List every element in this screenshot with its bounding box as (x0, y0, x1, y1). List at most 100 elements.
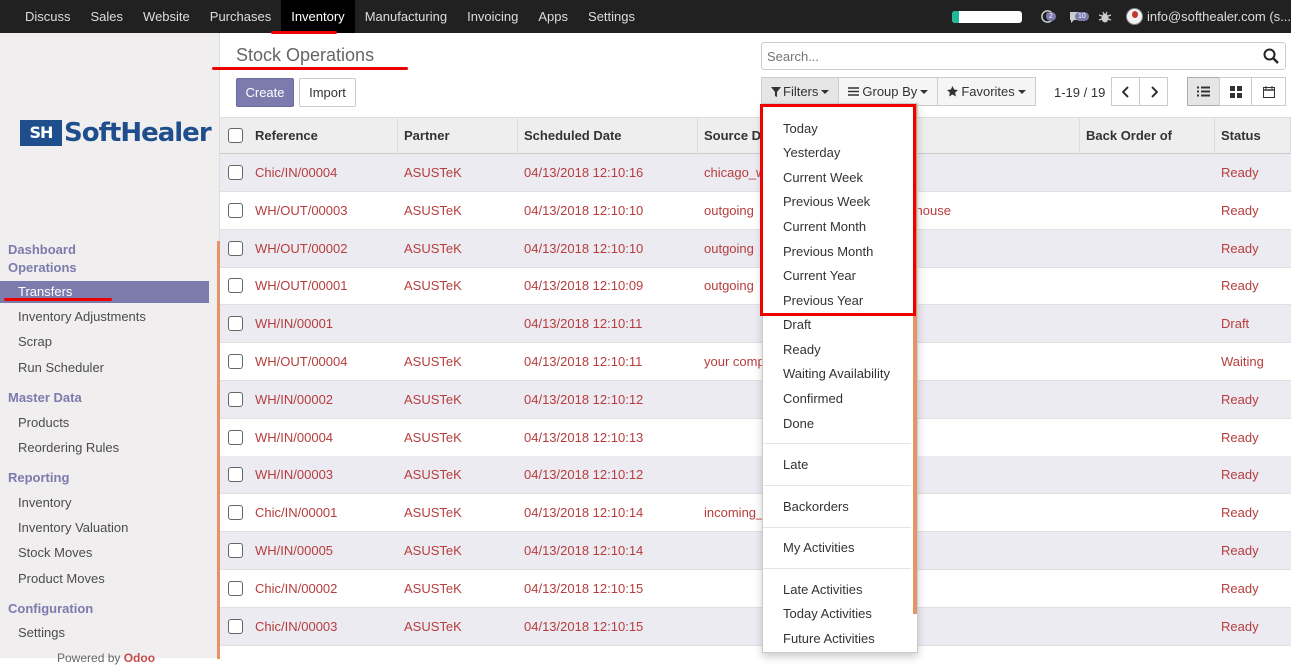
table-header: Reference Partner Scheduled Date Source Doc… (220, 117, 1291, 154)
search-icon[interactable] (1263, 48, 1279, 67)
sidebar-section-title[interactable]: Dashboard Operations (8, 241, 88, 277)
column-header[interactable]: Back Order of (1080, 118, 1215, 154)
filter-option-late[interactable]: Late (783, 456, 808, 474)
menu-item-invoicing[interactable]: Invoicing (457, 0, 528, 33)
cell-ref: Chic/IN/00003 (255, 618, 338, 634)
user-menu[interactable]: info@softhealer.com (s... (1147, 9, 1291, 24)
table-row[interactable]: Chic/IN/00001 ASUSTeK 04/13/2018 12:10:14 i… (220, 494, 1291, 533)
table-row[interactable]: Chic/IN/00002 ASUSTeK 04/13/2018 12:10:15 R… (220, 570, 1291, 608)
row-checkbox[interactable] (228, 202, 243, 218)
sidebar-item-run-scheduler[interactable]: Run Scheduler (0, 357, 209, 379)
menu-item-sales[interactable]: Sales (81, 0, 134, 33)
pager-previous-button[interactable] (1111, 77, 1140, 106)
menu-item-inventory[interactable]: Inventory (281, 0, 355, 33)
group-by-button[interactable]: Group By (838, 77, 939, 106)
cell-status: Ready (1221, 429, 1259, 445)
select-all-checkbox[interactable] (228, 128, 243, 143)
sidebar-item-reordering-rules[interactable]: Reordering Rules (0, 437, 209, 459)
row-checkbox[interactable] (228, 580, 243, 596)
table-row[interactable]: WH/IN/00004 ASUSTeK 04/13/2018 12:10:13 Rea… (220, 419, 1291, 457)
dropdown-divider (763, 485, 911, 486)
table-row[interactable]: Chic/IN/00004 ASUSTeK 04/13/2018 12:10:16 c… (220, 154, 1291, 192)
table-row[interactable]: WH/OUT/00003 ASUSTeK 04/13/2018 12:10:10 ou… (220, 192, 1291, 230)
filter-option-backorders[interactable]: Backorders (783, 498, 849, 516)
powered-by-brand[interactable]: Odoo (124, 651, 155, 665)
bug-icon[interactable] (1097, 9, 1113, 25)
table-row[interactable]: WH/IN/00003 ASUSTeK 04/13/2018 12:10:12 Rea… (220, 456, 1291, 495)
sidebar-section-title[interactable]: Master Data (8, 390, 82, 405)
cell-date: 04/13/2018 12:10:11 (524, 354, 643, 369)
filter-option-future-activities[interactable]: Future Activities (783, 630, 875, 648)
filter-option-late-activities[interactable]: Late Activities (783, 581, 863, 599)
filter-option-ready[interactable]: Ready (783, 341, 821, 359)
sidebar-section-title[interactable]: Configuration (8, 601, 93, 616)
sidebar-item-scrap[interactable]: Scrap (0, 331, 209, 353)
row-checkbox[interactable] (228, 543, 243, 558)
table-row[interactable]: WH/OUT/00002 ASUSTeK 04/13/2018 12:10:10 ou… (220, 229, 1291, 268)
menu-item-discuss[interactable]: Discuss (0, 0, 81, 33)
filter-option-today-activities[interactable]: Today Activities (783, 605, 872, 623)
sidebar-item-stock-moves[interactable]: Stock Moves (0, 542, 209, 564)
filter-option-done[interactable]: Done (783, 415, 814, 433)
filter-option-confirmed[interactable]: Confirmed (783, 390, 843, 408)
logo-mark: SH (20, 120, 62, 146)
row-checkbox[interactable] (228, 278, 243, 294)
cell-ref: WH/IN/00003 (255, 467, 334, 483)
cell-ref: WH/OUT/00002 (255, 240, 348, 256)
sidebar-item-inventory-valuation[interactable]: Inventory Valuation (0, 517, 209, 539)
sidebar-section-title[interactable]: Reporting (8, 470, 69, 485)
kanban-view-button[interactable] (1219, 77, 1252, 106)
menu-item-purchases[interactable]: Purchases (200, 0, 281, 33)
table-row[interactable]: WH/OUT/00001 ASUSTeK 04/13/2018 12:10:09 ou… (220, 267, 1291, 306)
menu-item-settings[interactable]: Settings (578, 0, 645, 33)
systray: 2 10 info@softhealer.com (s... (952, 0, 1291, 33)
menu-item-website[interactable]: Website (133, 0, 200, 33)
calendar-view-button[interactable] (1251, 77, 1286, 106)
filter-option-my-activities[interactable]: My Activities (783, 539, 855, 557)
row-checkbox[interactable] (228, 467, 243, 483)
filter-option-draft[interactable]: Draft (783, 316, 811, 334)
import-button[interactable]: Import (299, 78, 356, 107)
annotation-highlight-box (760, 104, 916, 316)
cell-ref: WH/IN/00002 (255, 391, 334, 407)
clock-icon[interactable]: 2 (1039, 9, 1056, 25)
search-input[interactable] (762, 43, 1252, 69)
filters-button[interactable]: Filters (761, 77, 840, 106)
column-header[interactable]: Reference (249, 118, 398, 154)
row-checkbox[interactable] (228, 391, 243, 407)
row-checkbox[interactable] (228, 618, 243, 634)
row-checkbox[interactable] (228, 165, 243, 180)
filter-option-waiting-availability[interactable]: Waiting Availability (783, 365, 890, 383)
row-checkbox[interactable] (228, 316, 243, 332)
table-row[interactable]: WH/IN/00001 04/13/2018 12:10:11 Draft (220, 305, 1291, 344)
sidebar-item-inventory[interactable]: Inventory (0, 492, 209, 514)
chat-icon[interactable]: 10 (1068, 9, 1089, 25)
pager-next-button[interactable] (1139, 77, 1168, 106)
list-view-button[interactable] (1187, 77, 1220, 106)
cell-partner: ASUSTeK (404, 165, 462, 180)
table-row[interactable]: WH/OUT/00004 ASUSTeK 04/13/2018 12:10:11 yo… (220, 343, 1291, 381)
row-checkbox[interactable] (228, 429, 243, 445)
sidebar-item-product-moves[interactable]: Product Moves (0, 568, 209, 590)
table-row[interactable]: Chic/IN/00003 ASUSTeK 04/13/2018 12:10:15 R… (220, 607, 1291, 646)
cell-partner: ASUSTeK (404, 467, 462, 483)
column-header[interactable]: Scheduled Date (518, 118, 698, 154)
column-header[interactable]: Status (1215, 118, 1291, 154)
column-header[interactable]: Partner (398, 118, 518, 154)
sidebar-item-products[interactable]: Products (0, 412, 209, 434)
row-checkbox[interactable] (228, 505, 243, 521)
pager-value[interactable]: 1-19 / 19 (1054, 85, 1105, 100)
sidebar-item-inventory-adjustments[interactable]: Inventory Adjustments (0, 306, 209, 328)
menu-item-manufacturing[interactable]: Manufacturing (355, 0, 457, 33)
menu-item-apps[interactable]: Apps (528, 0, 578, 33)
table-row[interactable]: WH/IN/00005 ASUSTeK 04/13/2018 12:10:14 Rea… (220, 532, 1291, 570)
user-avatar[interactable] (1126, 8, 1144, 25)
row-checkbox[interactable] (228, 354, 243, 369)
sidebar-item-settings[interactable]: Settings (0, 622, 209, 644)
cell-source2 (898, 343, 1098, 380)
cell-date: 04/13/2018 12:10:10 (524, 202, 644, 218)
table-row[interactable]: WH/IN/00002 ASUSTeK 04/13/2018 12:10:12 Rea… (220, 380, 1291, 419)
favorites-button[interactable]: Favorites (937, 77, 1036, 106)
row-checkbox[interactable] (228, 240, 243, 256)
create-button[interactable]: Create (236, 78, 294, 107)
